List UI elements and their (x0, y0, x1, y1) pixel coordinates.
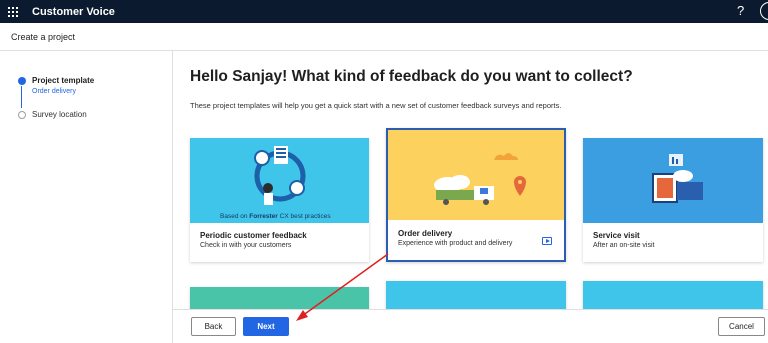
top-bar: Customer Voice ? (0, 0, 768, 23)
step-survey-location[interactable]: Survey location (18, 110, 87, 119)
cancel-button[interactable]: Cancel (718, 317, 765, 336)
step-active-icon (18, 77, 26, 85)
card-title: Service visit (593, 231, 640, 240)
next-button[interactable]: Next (243, 317, 289, 336)
main-heading: Hello Sanjay! What kind of feedback do y… (190, 68, 633, 85)
step-inactive-icon (18, 111, 26, 119)
page-title: Create a project (11, 31, 76, 42)
card-subtitle: Experience with product and delivery (398, 240, 513, 247)
footer-bar: Back Next Cancel (173, 309, 768, 343)
app-launcher-icon[interactable] (0, 0, 26, 23)
step-project-template[interactable]: Project template Order delivery (18, 76, 94, 95)
forrester-badge: Based on Forrester CX best practices (220, 213, 331, 220)
step-title: Project template (32, 76, 95, 85)
service-illustration (583, 138, 763, 223)
card-title: Order delivery (398, 229, 453, 238)
step-subtitle: Order delivery (32, 88, 76, 95)
template-card-order-delivery[interactable]: Order delivery Experience with product a… (386, 128, 566, 262)
delivery-illustration (388, 130, 564, 220)
card-title: Periodic customer feedback (200, 231, 307, 240)
card-subtitle: Check in with your customers (200, 242, 292, 249)
template-card-service-visit[interactable]: Service visit After an on-site visit (583, 138, 763, 262)
avatar[interactable] (760, 2, 768, 20)
video-preview-icon[interactable] (542, 237, 552, 245)
app-name[interactable]: Customer Voice (32, 6, 115, 18)
periodic-illustration: Based on Forrester CX best practices (190, 138, 369, 223)
template-card-periodic[interactable]: Based on Forrester CX best practices Per… (190, 138, 369, 262)
help-icon[interactable]: ? (737, 3, 744, 18)
back-button[interactable]: Back (191, 317, 236, 336)
step-connector (21, 86, 22, 108)
page-header: Create a project (0, 23, 768, 51)
card-subtitle: After an on-site visit (593, 242, 655, 249)
main-description: These project templates will help you ge… (190, 101, 562, 110)
step-title: Survey location (32, 110, 87, 119)
